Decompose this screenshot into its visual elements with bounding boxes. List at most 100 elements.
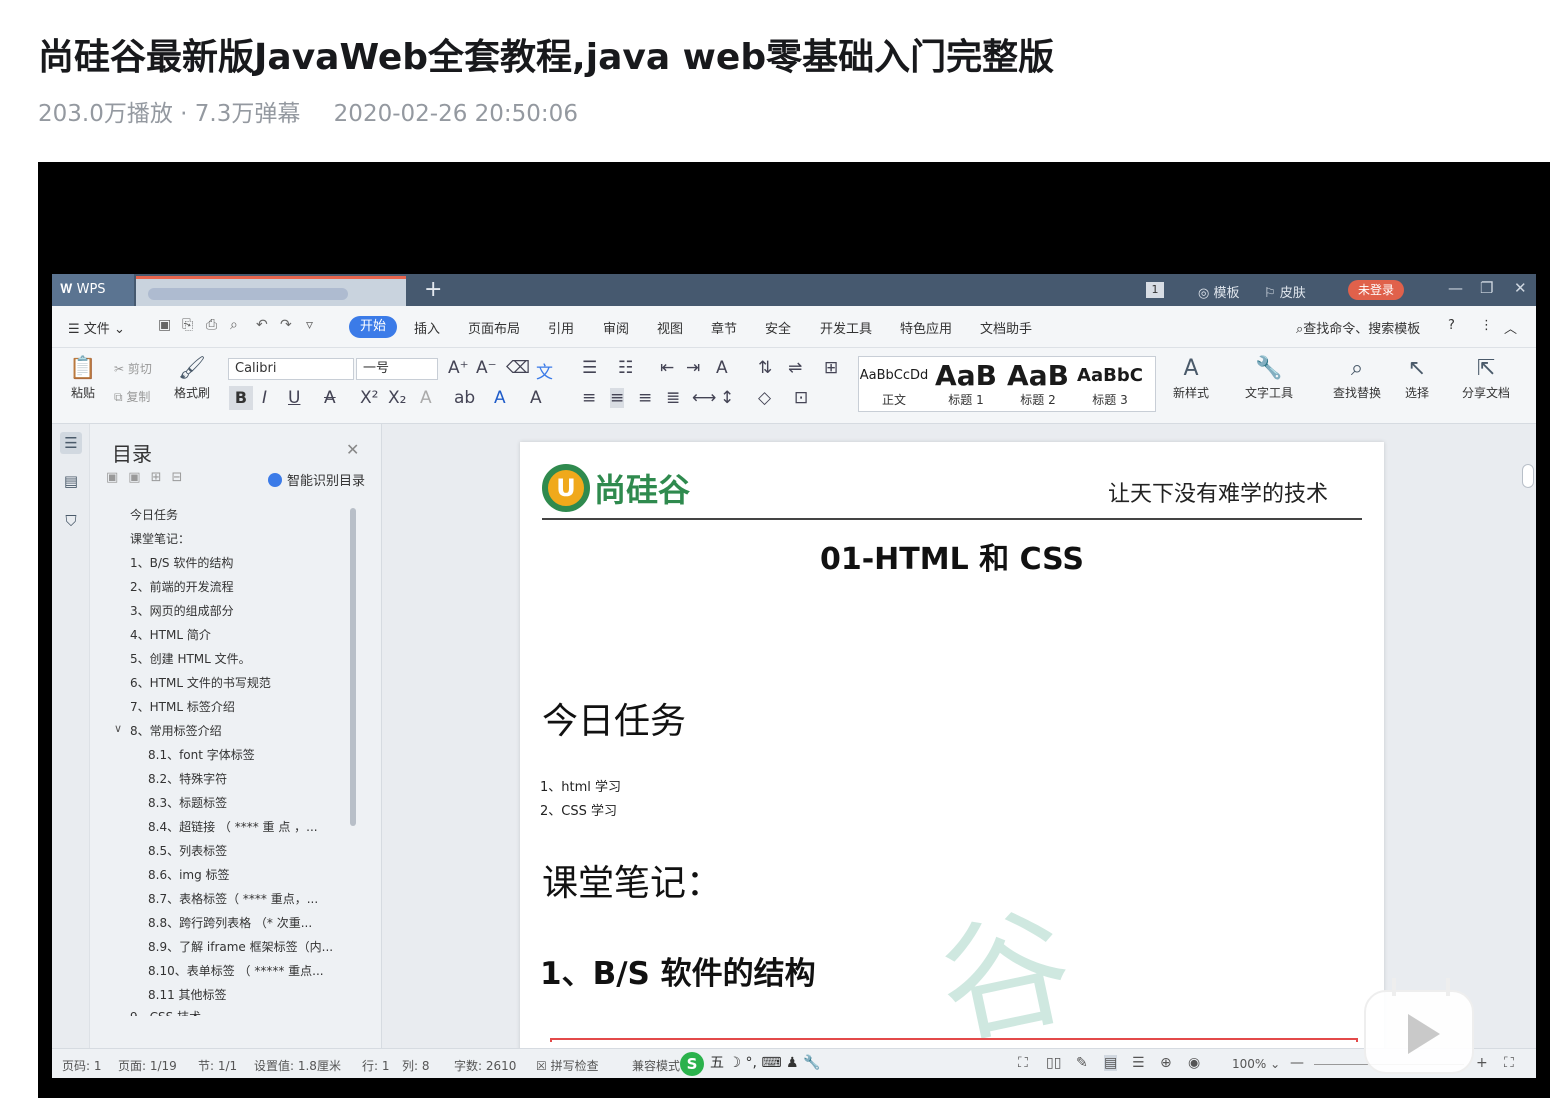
minimize-icon[interactable]: — (1448, 279, 1463, 297)
char-shading-button[interactable]: A (530, 388, 542, 408)
template-button[interactable]: ◎ 模板 (1198, 282, 1240, 301)
document-tab[interactable] (136, 276, 406, 306)
align-center-icon[interactable]: ≡ (610, 388, 625, 408)
redo-icon[interactable]: ↷ (280, 317, 292, 333)
close-icon[interactable]: ✕ (1514, 279, 1527, 297)
skin-button[interactable]: ⚐ 皮肤 (1264, 282, 1306, 301)
toc-entry[interactable]: 8.2、特殊字符 (148, 770, 348, 787)
font-color-button[interactable]: A (494, 388, 506, 408)
zoom-out-icon[interactable]: — (1290, 1055, 1304, 1071)
status-words[interactable]: 字数: 2610 (454, 1057, 516, 1074)
bullet-list-icon[interactable]: ☰ (582, 358, 597, 378)
fit-page-icon[interactable]: ⛶ (1504, 1055, 1514, 1071)
table-border-icon[interactable]: ⊞ (824, 358, 838, 378)
select-button[interactable]: ↖ 选择 (1396, 354, 1438, 401)
undo-icon[interactable]: ↶ (256, 317, 268, 333)
toc-entry[interactable]: 2、前端的开发流程 (130, 578, 370, 595)
toc-entry[interactable]: 8.7、表格标签（ **** 重点，... (148, 890, 348, 907)
toc-entry[interactable]: 4、HTML 简介 (130, 626, 370, 643)
quick-save-icon[interactable]: ▣ (158, 317, 171, 333)
toc-entry[interactable]: 8.8、跨行跨列表格 （* 次重... (148, 914, 348, 931)
toc-tool-buttons[interactable]: ▣▣⊞⊟ (106, 470, 192, 485)
restore-icon[interactable]: ❐ (1480, 279, 1493, 297)
paste-button[interactable]: 📋 粘贴 (64, 354, 102, 401)
grow-font-icon[interactable]: A⁺ (448, 358, 469, 378)
cut-button[interactable]: ✂ 剪切 (114, 360, 152, 377)
toc-entry[interactable]: 8.10、表单标签 （ ***** 重点... (148, 962, 348, 979)
numbered-list-icon[interactable]: ☷ (618, 358, 633, 378)
toc-pane-icon[interactable]: ☰ (60, 432, 82, 454)
wps-logo[interactable]: 𝐖 WPS (52, 274, 134, 306)
print-preview-icon[interactable]: ⌕ (230, 317, 238, 333)
toc-entry[interactable]: 8.1、font 字体标签 (148, 746, 348, 763)
toc-entry[interactable]: 8.4、超链接 （ **** 重 点 ，... (148, 818, 348, 835)
eye-protection-icon[interactable]: ◉ (1188, 1055, 1200, 1071)
distribute-icon[interactable]: ⟷ (692, 388, 716, 408)
bold-button[interactable]: B (229, 386, 253, 410)
toc-expand-icon[interactable]: ∨ (114, 722, 122, 735)
underline-button[interactable]: U (288, 388, 300, 408)
quick-export-icon[interactable]: ⎘ (182, 317, 193, 333)
subscript-button[interactable]: X₂ (388, 388, 406, 408)
quick-access-dropdown-icon[interactable]: ▿ (306, 317, 313, 333)
toc-close-icon[interactable]: ✕ (346, 440, 359, 459)
tab-insert[interactable]: 插入 (414, 318, 440, 337)
highlight-button[interactable]: ab (454, 388, 475, 408)
toc-scrollbar[interactable] (350, 508, 356, 826)
style-heading-1[interactable]: AaB 标题 1 (931, 357, 1001, 411)
toc-entry[interactable]: 3、网页的组成部分 (130, 602, 370, 619)
help-icon[interactable]: ? (1448, 318, 1455, 333)
outline-view-icon[interactable]: ☰ (1132, 1055, 1145, 1071)
tab-developer[interactable]: 开发工具 (820, 318, 872, 337)
new-style-button[interactable]: A 新样式 (1164, 354, 1218, 401)
phonetic-icon[interactable]: 文 (536, 358, 553, 383)
zoom-level[interactable]: 100% ⌄ (1232, 1057, 1280, 1071)
tab-doc-assistant[interactable]: 文档助手 (980, 318, 1032, 337)
style-normal[interactable]: AaBbCcDd 正文 (859, 357, 929, 411)
tab-chapter[interactable]: 章节 (711, 318, 737, 337)
bookmark-icon[interactable]: ⛉ (60, 510, 82, 532)
align-left-icon[interactable]: ≡ (582, 388, 596, 408)
sort-icon[interactable]: ⇅ (758, 358, 772, 378)
ime-toolbar[interactable]: S 五 ☽ °, ⌨ ♟ 🔧 (680, 1052, 860, 1076)
strikethrough-button[interactable]: A (324, 388, 336, 408)
read-mode-icon[interactable]: ▯▯ (1046, 1055, 1061, 1071)
tab-start[interactable]: 开始 (349, 316, 397, 338)
font-name-select[interactable]: Calibri (228, 358, 354, 380)
tab-security[interactable]: 安全 (765, 318, 791, 337)
edit-mode-icon[interactable]: ✎ (1076, 1055, 1088, 1071)
document-page[interactable]: 谷 U 尚硅谷 让天下没有难学的技术 01-HTML 和 CSS 今日任务 1、h… (520, 442, 1384, 1062)
format-painter-button[interactable]: 🖌 格式刷 (170, 354, 214, 401)
align-right-icon[interactable]: ≡ (638, 388, 652, 408)
web-view-icon[interactable]: ⊕ (1160, 1055, 1172, 1071)
find-replace-button[interactable]: ⌕ 查找替换 (1324, 354, 1390, 401)
superscript-button[interactable]: X² (360, 388, 378, 408)
toc-entry[interactable]: 5、创建 HTML 文件。 (130, 650, 370, 667)
tab-review[interactable]: 审阅 (603, 318, 629, 337)
fullscreen-icon[interactable]: ⛶ (1018, 1055, 1028, 1071)
toc-entry[interactable]: 8.11 其他标签 (148, 986, 348, 1003)
toc-entry[interactable]: 1、B/S 软件的结构 (130, 554, 370, 571)
toc-entry[interactable]: 9、CSS 技术 (130, 1008, 370, 1016)
toc-entry[interactable]: 课堂笔记： (130, 530, 370, 547)
page-thumbnail-icon[interactable]: ▤ (60, 470, 82, 492)
toc-entry[interactable]: 7、HTML 标签介绍 (130, 698, 370, 715)
vertical-scrollbar[interactable] (1520, 424, 1536, 1048)
zoom-in-icon[interactable]: + (1476, 1055, 1488, 1071)
smart-toc-button[interactable]: 智能识别目录 (268, 470, 365, 489)
share-doc-button[interactable]: ⇱ 分享文档 (1456, 354, 1516, 401)
tab-page-layout[interactable]: 页面布局 (468, 318, 520, 337)
collapse-ribbon-icon[interactable]: ︿ (1504, 318, 1517, 337)
toc-entry[interactable]: 8、常用标签介绍 (130, 722, 370, 739)
shrink-font-icon[interactable]: A⁻ (476, 358, 497, 378)
line-spacing-icon[interactable]: ⇌ (788, 358, 802, 378)
command-search[interactable]: ⌕查找命令、搜索模板 (1296, 318, 1420, 337)
play-button[interactable] (1364, 978, 1474, 1074)
login-button[interactable]: 未登录 (1348, 280, 1404, 300)
style-heading-2[interactable]: AaB 标题 2 (1003, 357, 1073, 411)
style-heading-3[interactable]: AaBbC 标题 3 (1075, 357, 1145, 411)
page-view-icon[interactable]: ▤ (1104, 1055, 1118, 1071)
font-size-select[interactable]: 一号 (356, 358, 438, 380)
clear-format-icon[interactable]: ⌫ (506, 358, 530, 378)
toc-entry[interactable]: 8.9、了解 iframe 框架标签（内... (148, 938, 348, 955)
